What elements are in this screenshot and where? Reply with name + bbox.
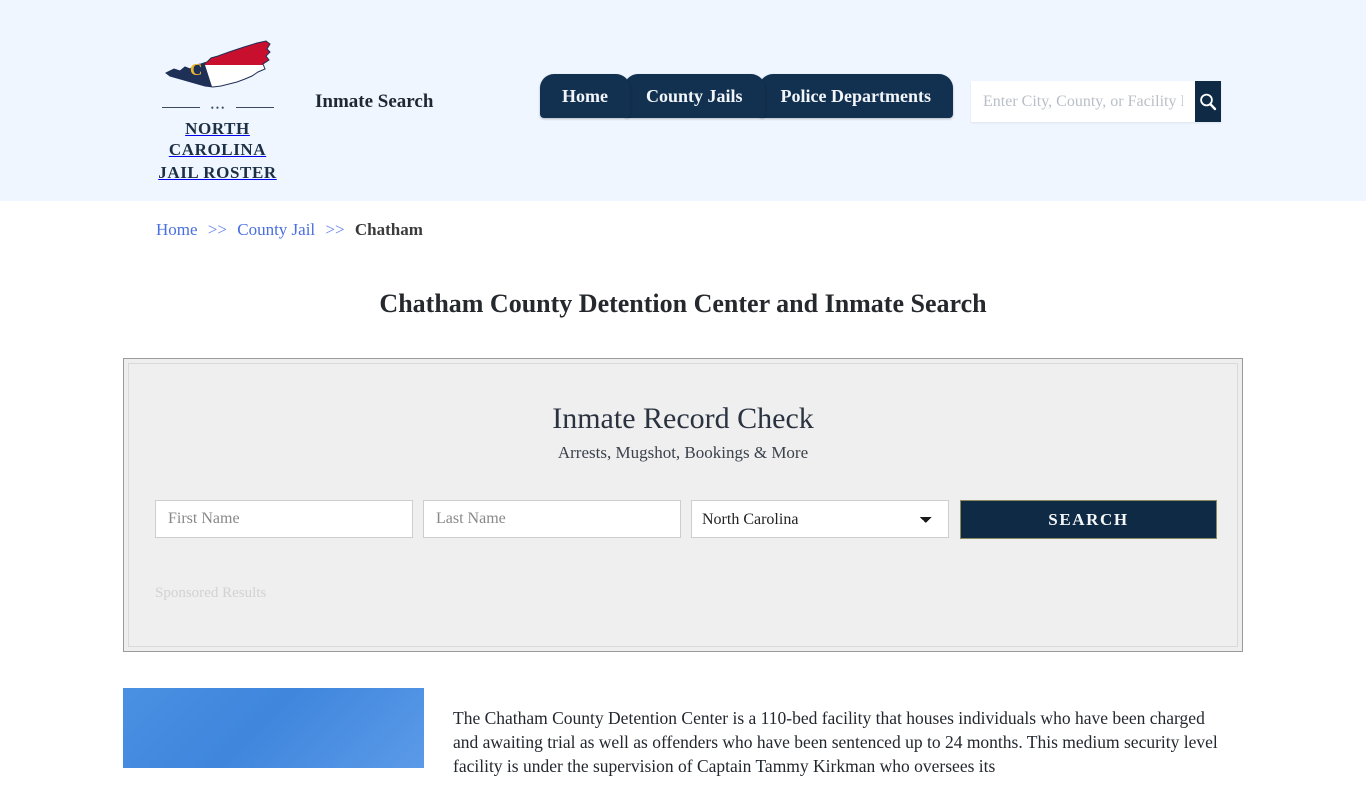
logo-name-line1: NORTH CAROLINA [168,119,267,159]
breadcrumb-separator: >> [325,220,345,239]
sponsored-results-label: Sponsored Results [155,585,267,601]
nav-tab-police-departments[interactable]: Police Departments [758,74,953,118]
header-search-button[interactable] [1195,81,1221,122]
page-title: Chatham County Detention Center and Inma… [379,289,987,319]
logo-dots: ••• [210,103,227,113]
last-name-input[interactable] [423,500,681,538]
header-search-bar [971,81,1221,122]
logo-monogram: C [190,60,202,79]
north-carolina-state-icon: C [164,40,271,88]
nav-tab-county-jails[interactable]: County Jails [623,74,765,118]
record-panel-inner: Inmate Record Check Arrests, Mugshot, Bo… [128,363,1238,647]
search-icon [1200,93,1217,110]
facility-photo [123,688,424,768]
record-check-subheading: Arrests, Mugshot, Bookings & More [557,443,809,462]
site-header: C ••• NORTH CAROLINA JAIL ROSTER Inmate … [0,0,1366,201]
header-inner: C ••• NORTH CAROLINA JAIL ROSTER Inmate … [0,0,1366,201]
breadcrumb-separator: >> [207,220,227,239]
inmate-record-check-panel: Inmate Record Check Arrests, Mugshot, Bo… [123,358,1243,652]
site-tagline: Inmate Search [315,91,434,112]
nav-tab-home[interactable]: Home [540,74,630,118]
first-name-input[interactable] [155,500,413,538]
logo-name-line2: JAIL ROSTER [158,163,277,182]
main-navigation: Home County Jails Police Departments [540,74,953,118]
header-search-input[interactable] [971,81,1195,122]
facility-article: The Chatham County Detention Center is a… [123,688,1243,796]
breadcrumb: Home >> County Jail >> Chatham [156,220,423,240]
record-check-heading: Inmate Record Check [552,402,814,435]
breadcrumb-current: Chatham [354,220,423,239]
site-logo[interactable]: C ••• NORTH CAROLINA JAIL ROSTER [140,34,295,183]
breadcrumb-home[interactable]: Home [156,220,198,239]
state-select[interactable]: North Carolina [691,500,949,538]
logo-divider: ••• [161,102,274,114]
breadcrumb-county-jail[interactable]: County Jail [237,220,315,239]
search-submit-button[interactable]: SEARCH [960,500,1217,539]
inmate-search-form: North Carolina SEARCH [155,500,1217,539]
